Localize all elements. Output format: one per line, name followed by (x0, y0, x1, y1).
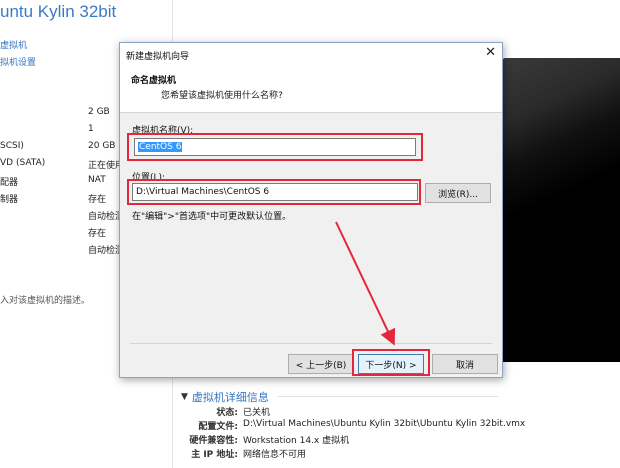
location-input[interactable]: D:\Virtual Machines\CentOS 6 (132, 183, 418, 201)
detail-value: Workstation 14.x 虚拟机 (243, 436, 350, 446)
detail-key: 状态: (216, 408, 238, 418)
sidebar-link-edit-settings[interactable]: 拟机设置 (0, 55, 36, 68)
location-hint: 在"编辑">"首选项"中可更改默认位置。 (132, 212, 292, 222)
device-name-cdrom: VD (SATA) (0, 158, 46, 168)
device-name-adapter: 配器 (0, 178, 19, 188)
vm-name-label: 虚拟机名称(V): (132, 126, 194, 136)
device-name-controller: 制器 (0, 195, 19, 205)
device-value-disk: 20 GB (88, 141, 116, 151)
cancel-button[interactable]: 取消 (432, 354, 498, 374)
vm-description-hint[interactable]: 入对该虚拟机的描述。 (0, 293, 90, 306)
detail-row-compatibility: 硬件兼容性: Workstation 14.x 虚拟机 (180, 433, 349, 446)
vm-name-selected-text: CentOS 6 (138, 142, 183, 152)
dialog-title: 新建虚拟机向导 (126, 52, 190, 62)
detail-value: 已关机 (243, 408, 271, 418)
dialog-footer-separator (130, 343, 492, 344)
vm-name-input[interactable]: CentOS 6 (134, 138, 416, 156)
sidebar-link-power-on[interactable]: 虚拟机 (0, 38, 27, 51)
vm-details-rule (278, 396, 498, 397)
detail-key: 主 IP 地址: (191, 450, 238, 460)
device-value-processors: 1 (88, 124, 94, 134)
device-name-disk: SCSI) (0, 141, 24, 151)
detail-row-ip: 主 IP 地址: 网络信息不可用 (180, 447, 306, 460)
detail-row-config-file: 配置文件: D:\Virtual Machines\Ubuntu Kylin 3… (180, 419, 525, 432)
vm-details-header[interactable]: ▼ 虚拟机详细信息 (181, 389, 269, 405)
browse-button[interactable]: 浏览(R)... (425, 183, 491, 203)
detail-value: D:\Virtual Machines\Ubuntu Kylin 32bit\U… (243, 419, 526, 429)
location-label: 位置(L): (132, 173, 166, 183)
next-button[interactable]: 下一步(N) > (358, 354, 424, 374)
detail-value: 网络信息不可用 (243, 450, 307, 460)
dialog-titlebar[interactable]: 新建虚拟机向导 ✕ (120, 43, 502, 65)
back-button[interactable]: < 上一步(B) (288, 354, 354, 374)
step-title: 命名虚拟机 (131, 76, 177, 86)
device-value-printer: 存在 (88, 229, 107, 239)
vm-details-title: 虚拟机详细信息 (191, 391, 269, 404)
dialog-header: 命名虚拟机 您希望该虚拟机使用什么名称? (120, 65, 502, 113)
collapse-triangle-icon: ▼ (181, 392, 188, 402)
detail-key: 配置文件: (198, 422, 238, 432)
step-subtitle: 您希望该虚拟机使用什么名称? (161, 91, 283, 101)
close-icon[interactable]: ✕ (485, 46, 496, 60)
device-value-usb: 存在 (88, 195, 107, 205)
device-value-memory: 2 GB (88, 107, 110, 117)
vm-tab-title: untu Kylin 32bit (0, 2, 117, 21)
device-value-network: NAT (88, 175, 106, 185)
detail-row-state: 状态: 已关机 (180, 405, 270, 418)
new-vm-wizard-dialog: 新建虚拟机向导 ✕ 命名虚拟机 您希望该虚拟机使用什么名称? 虚拟机名称(V):… (119, 42, 503, 378)
vm-screen-preview[interactable] (502, 58, 620, 362)
detail-key: 硬件兼容性: (189, 436, 238, 446)
